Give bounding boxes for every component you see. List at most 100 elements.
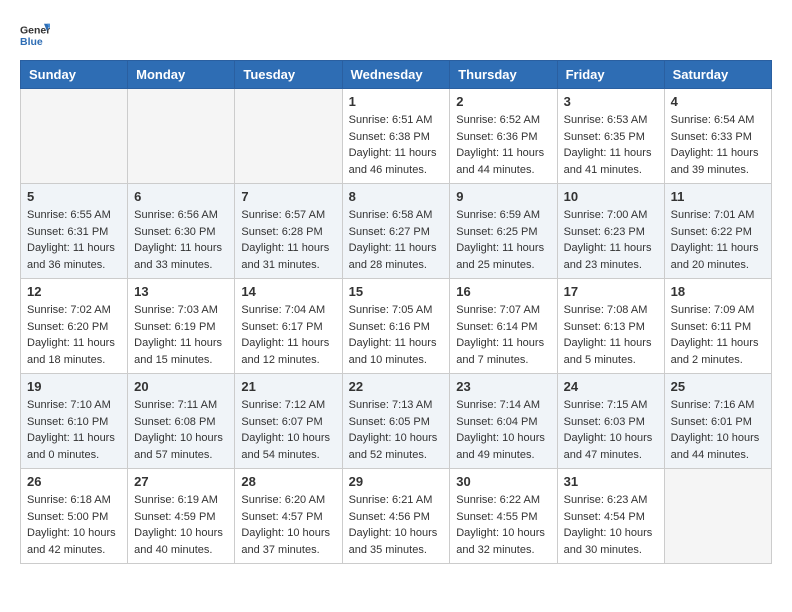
- day-info: Sunrise: 7:12 AMSunset: 6:07 PMDaylight:…: [241, 397, 335, 463]
- day-number: 31: [564, 474, 658, 489]
- day-number: 25: [671, 379, 765, 394]
- day-info: Sunrise: 6:56 AMSunset: 6:30 PMDaylight:…: [134, 207, 228, 273]
- day-info: Sunrise: 7:05 AMSunset: 6:16 PMDaylight:…: [349, 302, 444, 368]
- weekday-header-friday: Friday: [557, 61, 664, 89]
- weekday-header-monday: Monday: [128, 61, 235, 89]
- calendar-cell: 7Sunrise: 6:57 AMSunset: 6:28 PMDaylight…: [235, 184, 342, 279]
- calendar-cell: 18 Sunrise: 7:09 AMSunset: 6:11 PMDayligh…: [664, 279, 771, 374]
- day-info: Sunrise: 7:15 AMSunset: 6:03 PMDaylight:…: [564, 397, 658, 463]
- weekday-header-wednesday: Wednesday: [342, 61, 450, 89]
- day-info: Sunrise: 7:16 AMSunset: 6:01 PMDaylight:…: [671, 397, 765, 463]
- day-info: Sunrise: 6:19 AMSunset: 4:59 PMDaylight:…: [134, 492, 228, 558]
- calendar-cell: 26 Sunrise: 6:18 AMSunset: 5:00 PMDayligh…: [21, 469, 128, 564]
- calendar-week-row: 26 Sunrise: 6:18 AMSunset: 5:00 PMDayligh…: [21, 469, 772, 564]
- calendar-cell: 27 Sunrise: 6:19 AMSunset: 4:59 PMDayligh…: [128, 469, 235, 564]
- calendar-cell: [128, 89, 235, 184]
- calendar-cell: 1 Sunrise: 6:51 AMSunset: 6:38 PMDaylight…: [342, 89, 450, 184]
- calendar-week-row: 12 Sunrise: 7:02 AMSunset: 6:20 PMDayligh…: [21, 279, 772, 374]
- calendar-cell: [21, 89, 128, 184]
- day-info: Sunrise: 7:02 AMSunset: 6:20 PMDaylight:…: [27, 302, 121, 368]
- logo: General Blue: [20, 20, 50, 50]
- calendar-cell: [664, 469, 771, 564]
- day-number: 14: [241, 284, 335, 299]
- day-number: 10: [564, 189, 658, 204]
- weekday-header-tuesday: Tuesday: [235, 61, 342, 89]
- day-info: Sunrise: 6:58 AMSunset: 6:27 PMDaylight:…: [349, 207, 444, 273]
- calendar-cell: 30Sunrise: 6:22 AMSunset: 4:55 PMDayligh…: [450, 469, 557, 564]
- calendar-week-row: 19 Sunrise: 7:10 AMSunset: 6:10 PMDayligh…: [21, 374, 772, 469]
- calendar-cell: 12 Sunrise: 7:02 AMSunset: 6:20 PMDayligh…: [21, 279, 128, 374]
- calendar-cell: 15 Sunrise: 7:05 AMSunset: 6:16 PMDayligh…: [342, 279, 450, 374]
- day-info: Sunrise: 6:51 AMSunset: 6:38 PMDaylight:…: [349, 112, 444, 178]
- day-info: Sunrise: 6:18 AMSunset: 5:00 PMDaylight:…: [27, 492, 121, 558]
- calendar-cell: 5 Sunrise: 6:55 AMSunset: 6:31 PMDaylight…: [21, 184, 128, 279]
- day-number: 5: [27, 189, 121, 204]
- calendar-cell: 25 Sunrise: 7:16 AMSunset: 6:01 PMDayligh…: [664, 374, 771, 469]
- day-info: Sunrise: 7:04 AMSunset: 6:17 PMDaylight:…: [241, 302, 335, 368]
- calendar-cell: 31Sunrise: 6:23 AMSunset: 4:54 PMDayligh…: [557, 469, 664, 564]
- day-info: Sunrise: 7:08 AMSunset: 6:13 PMDaylight:…: [564, 302, 658, 368]
- calendar-week-row: 5 Sunrise: 6:55 AMSunset: 6:31 PMDaylight…: [21, 184, 772, 279]
- day-info: Sunrise: 7:09 AMSunset: 6:11 PMDaylight:…: [671, 302, 765, 368]
- day-number: 16: [456, 284, 550, 299]
- calendar-cell: 11 Sunrise: 7:01 AMSunset: 6:22 PMDayligh…: [664, 184, 771, 279]
- day-info: Sunrise: 7:03 AMSunset: 6:19 PMDaylight:…: [134, 302, 228, 368]
- day-info: Sunrise: 6:59 AMSunset: 6:25 PMDaylight:…: [456, 207, 550, 273]
- day-number: 20: [134, 379, 228, 394]
- day-info: Sunrise: 6:57 AMSunset: 6:28 PMDaylight:…: [241, 207, 335, 273]
- day-info: Sunrise: 7:00 AMSunset: 6:23 PMDaylight:…: [564, 207, 658, 273]
- calendar-table: SundayMondayTuesdayWednesdayThursdayFrid…: [20, 60, 772, 564]
- calendar-cell: 22Sunrise: 7:13 AMSunset: 6:05 PMDayligh…: [342, 374, 450, 469]
- calendar-cell: 28 Sunrise: 6:20 AMSunset: 4:57 PMDayligh…: [235, 469, 342, 564]
- day-info: Sunrise: 7:14 AMSunset: 6:04 PMDaylight:…: [456, 397, 550, 463]
- calendar-cell: 21 Sunrise: 7:12 AMSunset: 6:07 PMDayligh…: [235, 374, 342, 469]
- calendar-cell: 24 Sunrise: 7:15 AMSunset: 6:03 PMDayligh…: [557, 374, 664, 469]
- day-number: 21: [241, 379, 335, 394]
- day-number: 17: [564, 284, 658, 299]
- day-number: 18: [671, 284, 765, 299]
- logo-icon: General Blue: [20, 20, 50, 50]
- calendar-cell: 3Sunrise: 6:53 AMSunset: 6:35 PMDaylight…: [557, 89, 664, 184]
- day-number: 12: [27, 284, 121, 299]
- day-info: Sunrise: 6:53 AMSunset: 6:35 PMDaylight:…: [564, 112, 658, 178]
- calendar-cell: 8 Sunrise: 6:58 AMSunset: 6:27 PMDaylight…: [342, 184, 450, 279]
- day-number: 9: [456, 189, 550, 204]
- day-info: Sunrise: 6:54 AMSunset: 6:33 PMDaylight:…: [671, 112, 765, 178]
- day-info: Sunrise: 6:55 AMSunset: 6:31 PMDaylight:…: [27, 207, 121, 273]
- calendar-cell: 16 Sunrise: 7:07 AMSunset: 6:14 PMDayligh…: [450, 279, 557, 374]
- day-info: Sunrise: 7:11 AMSunset: 6:08 PMDaylight:…: [134, 397, 228, 463]
- day-number: 23: [456, 379, 550, 394]
- calendar-cell: 20 Sunrise: 7:11 AMSunset: 6:08 PMDayligh…: [128, 374, 235, 469]
- calendar-cell: 4 Sunrise: 6:54 AMSunset: 6:33 PMDaylight…: [664, 89, 771, 184]
- day-info: Sunrise: 7:10 AMSunset: 6:10 PMDaylight:…: [27, 397, 121, 463]
- day-number: 4: [671, 94, 765, 109]
- day-number: 27: [134, 474, 228, 489]
- calendar-cell: 10 Sunrise: 7:00 AMSunset: 6:23 PMDayligh…: [557, 184, 664, 279]
- day-number: 15: [349, 284, 444, 299]
- day-info: Sunrise: 6:52 AMSunset: 6:36 PMDaylight:…: [456, 112, 550, 178]
- weekday-header-thursday: Thursday: [450, 61, 557, 89]
- day-info: Sunrise: 7:07 AMSunset: 6:14 PMDaylight:…: [456, 302, 550, 368]
- day-number: 19: [27, 379, 121, 394]
- day-number: 8: [349, 189, 444, 204]
- day-number: 1: [349, 94, 444, 109]
- day-number: 28: [241, 474, 335, 489]
- day-number: 24: [564, 379, 658, 394]
- weekday-header-row: SundayMondayTuesdayWednesdayThursdayFrid…: [21, 61, 772, 89]
- day-info: Sunrise: 6:20 AMSunset: 4:57 PMDaylight:…: [241, 492, 335, 558]
- day-number: 22: [349, 379, 444, 394]
- day-number: 26: [27, 474, 121, 489]
- day-info: Sunrise: 7:01 AMSunset: 6:22 PMDaylight:…: [671, 207, 765, 273]
- day-number: 2: [456, 94, 550, 109]
- weekday-header-sunday: Sunday: [21, 61, 128, 89]
- day-info: Sunrise: 6:22 AMSunset: 4:55 PMDaylight:…: [456, 492, 550, 558]
- svg-text:Blue: Blue: [20, 36, 43, 48]
- calendar-cell: 6 Sunrise: 6:56 AMSunset: 6:30 PMDaylight…: [128, 184, 235, 279]
- day-number: 13: [134, 284, 228, 299]
- day-number: 6: [134, 189, 228, 204]
- calendar-cell: 23 Sunrise: 7:14 AMSunset: 6:04 PMDayligh…: [450, 374, 557, 469]
- calendar-cell: 29Sunrise: 6:21 AMSunset: 4:56 PMDayligh…: [342, 469, 450, 564]
- day-number: 11: [671, 189, 765, 204]
- calendar-cell: 9 Sunrise: 6:59 AMSunset: 6:25 PMDaylight…: [450, 184, 557, 279]
- calendar-cell: 17 Sunrise: 7:08 AMSunset: 6:13 PMDayligh…: [557, 279, 664, 374]
